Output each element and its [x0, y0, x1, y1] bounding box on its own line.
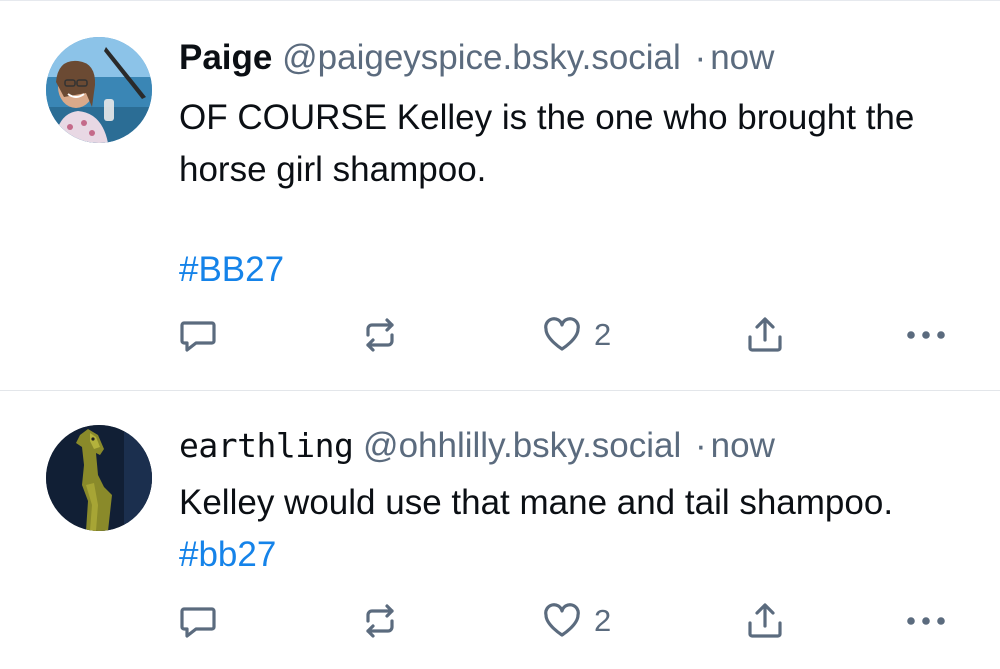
hashtag-link[interactable]: #bb27	[179, 535, 276, 574]
more-icon	[907, 617, 945, 625]
repost-button[interactable]	[360, 315, 400, 355]
reply-button[interactable]	[178, 315, 218, 355]
like-count: 2	[594, 603, 612, 638]
more-button[interactable]	[905, 315, 947, 355]
post-time[interactable]: now	[710, 38, 774, 77]
repost-icon	[366, 604, 394, 638]
action-bar: 2	[0, 601, 1000, 641]
separator-dot: ·	[694, 38, 707, 77]
avatar-photo	[46, 37, 152, 143]
share-button[interactable]	[745, 601, 785, 641]
handle[interactable]: @ohhlilly.bsky.social	[363, 426, 681, 465]
like-count: 2	[594, 317, 612, 352]
like-button[interactable]: 2	[542, 601, 611, 641]
heart-icon	[544, 603, 580, 637]
post-text: Kelley would use that mane and tail sham…	[179, 483, 894, 522]
repost-button[interactable]	[360, 601, 400, 641]
avatar-photo	[46, 425, 152, 531]
post-header: Paige @paigeyspice.bsky.social · now	[179, 38, 774, 78]
more-icon	[907, 331, 945, 339]
post-card[interactable]: Paige @paigeyspice.bsky.social · now OF C…	[0, 0, 1000, 391]
reply-icon	[180, 607, 216, 638]
more-button[interactable]	[905, 601, 947, 641]
share-icon	[748, 317, 782, 352]
post-text: OF COURSE Kelley is the one who brought …	[179, 98, 915, 189]
handle[interactable]: @paigeyspice.bsky.social	[282, 38, 681, 77]
share-icon	[748, 603, 782, 638]
share-button[interactable]	[745, 315, 785, 355]
post-header: earthling @ohhlilly.bsky.social · now	[179, 426, 775, 466]
avatar[interactable]	[46, 37, 152, 143]
post-time[interactable]: now	[711, 426, 775, 465]
post-card[interactable]: earthling @ohhlilly.bsky.social · now Kel…	[0, 391, 1000, 669]
reply-button[interactable]	[178, 601, 218, 641]
separator-dot: ·	[695, 426, 707, 465]
like-button[interactable]: 2	[542, 315, 611, 355]
hashtag-link[interactable]: #BB27	[179, 244, 969, 296]
heart-icon	[544, 317, 580, 351]
post-text-block: Kelley would use that mane and tail sham…	[179, 477, 969, 581]
action-bar: 2	[0, 315, 1000, 355]
repost-icon	[366, 318, 394, 352]
display-name[interactable]: earthling	[179, 426, 354, 465]
avatar[interactable]	[46, 425, 152, 531]
display-name[interactable]: Paige	[179, 38, 272, 77]
reply-icon	[180, 321, 216, 352]
